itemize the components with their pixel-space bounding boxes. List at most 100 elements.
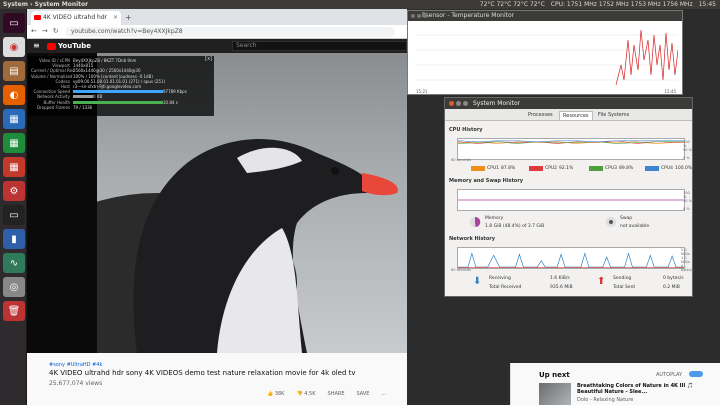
impress-icon[interactable]: ▦ — [3, 157, 25, 177]
autoplay-toggle[interactable] — [689, 371, 703, 377]
maximize-icon[interactable] — [423, 14, 427, 18]
browser-window: 4K VIDEO ultrahd hdr × + ← → ↻ youtube.c… — [27, 9, 407, 405]
up-next-thumbnail[interactable] — [539, 383, 571, 405]
writer-icon[interactable]: ▦ — [3, 109, 25, 129]
back-icon[interactable]: ← — [31, 27, 37, 35]
terminal-icon-2[interactable]: ▭ — [3, 205, 25, 225]
cpu2-swatch[interactable] — [529, 166, 543, 171]
video-tags[interactable]: #sony #UltraHD #4k — [49, 362, 102, 368]
tab-file-systems[interactable]: File Systems — [595, 111, 632, 119]
close-tab-icon[interactable]: × — [113, 11, 118, 25]
net-axis-min: 0 bytes/s — [681, 264, 694, 272]
swap-pie-icon[interactable] — [605, 216, 617, 228]
mem-axis-min: 0 % — [683, 207, 690, 211]
cpu2-legend: CPU2 92.1% — [529, 166, 573, 171]
more-button[interactable]: ... — [381, 391, 386, 397]
cpu-freq-indicator[interactable]: CPU: 1751 MHz 1752 MHz 1753 MHz 1756 MHz — [551, 0, 693, 9]
close-stats-icon[interactable]: [x] — [205, 56, 212, 62]
cpu-history-heading: CPU History — [449, 127, 483, 133]
stats-value: 0 KB — [93, 94, 103, 100]
network-history-heading: Network History — [449, 236, 495, 242]
network-bar — [73, 95, 93, 99]
sending-value: 0 bytes/s — [663, 276, 684, 281]
cpu4-label: CPU4 — [661, 166, 674, 171]
terminal-icon[interactable]: ▭ — [3, 13, 25, 33]
psensor-time-start: 15:21 — [416, 89, 428, 94]
cpu3-legend: CPU3 89.8% — [589, 166, 633, 171]
psensor-window: Psensor - Temperature Monitor 15:21 15:4… — [407, 10, 683, 95]
cpu-x-label: 60 seconds — [451, 158, 471, 162]
sysmon-titlebar: System Monitor — [445, 98, 692, 109]
view-count: 25,677,074 views — [49, 380, 103, 387]
net-x-label: 60 seconds — [451, 268, 471, 272]
memory-history-graph — [457, 189, 685, 211]
memory-label: Memory — [485, 216, 504, 221]
window-title: System › System Monitor — [3, 1, 89, 8]
forward-icon[interactable]: → — [42, 27, 48, 35]
sending-label: Sending — [613, 276, 632, 281]
firefox-icon[interactable]: ◐ — [3, 85, 25, 105]
stats-key: Dropped Frames — [37, 104, 70, 110]
cpu3-swatch[interactable] — [589, 166, 603, 171]
tab-resources[interactable]: Resources — [559, 111, 593, 120]
temp-indicator[interactable]: 72°C 72°C 72°C 72°C — [480, 0, 545, 9]
up-next-channel[interactable]: Dolo - Relaxing Nature — [577, 397, 633, 403]
youtube-logo[interactable]: YouTube — [47, 42, 91, 50]
cpu3-label: CPU3 — [605, 166, 618, 171]
browser-tab[interactable]: 4K VIDEO ultrahd hdr × — [31, 11, 121, 25]
total-received-label: Total Received — [489, 285, 522, 290]
calc-icon[interactable]: ▦ — [3, 133, 25, 153]
activity-icon[interactable]: ∿ — [3, 253, 25, 273]
new-tab-button[interactable]: + — [125, 13, 132, 22]
total-sent-value: 0.2 MiB — [663, 285, 680, 290]
like-button[interactable]: 👍 38K — [267, 391, 284, 397]
memory-line — [458, 199, 684, 201]
search-input[interactable]: Search — [232, 41, 407, 51]
up-next-title[interactable]: Breathtaking Colors of Nature in 4K III … — [577, 383, 697, 395]
sending-arrow-icon[interactable]: ⬆ — [597, 276, 605, 287]
mem-axis-max: 100 % — [683, 191, 690, 199]
maximize-icon[interactable] — [463, 101, 468, 106]
network-lines — [458, 252, 684, 268]
cpu4-swatch[interactable] — [645, 166, 659, 171]
cpu-history-graph — [457, 138, 685, 160]
psensor-titlebar: Psensor - Temperature Monitor — [408, 11, 682, 21]
chrome-icon[interactable]: ◉ — [3, 37, 25, 57]
receiving-arrow-icon[interactable]: ⬇ — [473, 276, 481, 287]
address-bar[interactable]: youtube.com/watch?v=Bey4XXJkpZ8 — [65, 27, 395, 37]
tab-title: 4K VIDEO ultrahd hdr — [43, 14, 108, 21]
menu-icon[interactable]: ≡ — [33, 42, 40, 50]
total-sent-label: Total Sent — [613, 285, 636, 290]
system-monitor-window: System Monitor Processes Resources File … — [444, 97, 694, 297]
trash-icon[interactable]: 🗑 — [3, 301, 25, 321]
save-button[interactable]: SAVE — [357, 391, 370, 397]
camera-icon[interactable]: ◎ — [3, 277, 25, 297]
stats-value: 30.84 s — [163, 99, 178, 105]
video-player[interactable]: [x] Video ID / sCPN Bey4XXJkpZ8 / 8KZT 7D… — [27, 53, 407, 353]
close-icon[interactable] — [411, 14, 415, 18]
clock[interactable]: 15:45 — [699, 0, 716, 9]
sysmon-icon[interactable]: ▮ — [3, 229, 25, 249]
minimize-icon[interactable] — [417, 14, 421, 18]
cpu2-label: CPU2 — [545, 166, 558, 171]
system-tray[interactable]: 72°C 72°C 72°C 72°C CPU: 1751 MHz 1752 M… — [480, 0, 716, 9]
stats-value: 97789 Kbps — [163, 89, 187, 95]
up-next-panel: Up next AUTOPLAY Breathtaking Colors of … — [510, 363, 720, 405]
files-icon[interactable]: ▤ — [3, 61, 25, 81]
minimize-icon[interactable] — [456, 101, 461, 106]
receiving-value: 1.6 KiB/s — [550, 276, 570, 281]
settings-icon[interactable]: ⚙ — [3, 181, 25, 201]
cpu-axis-min: 0 % — [683, 156, 690, 160]
cpu1-swatch[interactable] — [471, 166, 485, 171]
cpu-axis-mid: 50 % — [683, 148, 692, 152]
share-button[interactable]: SHARE — [328, 391, 345, 397]
close-icon[interactable] — [449, 101, 454, 106]
buffer-bar — [73, 100, 163, 104]
psensor-title: Psensor - Temperature Monitor — [422, 12, 515, 19]
temperature-graph — [416, 29, 678, 86]
receiving-label: Receiving — [489, 276, 511, 281]
dislike-button[interactable]: 👎 4.5K — [296, 391, 315, 397]
memory-pie-icon[interactable] — [469, 216, 481, 228]
reload-icon[interactable]: ↻ — [53, 27, 59, 35]
tab-processes[interactable]: Processes — [525, 111, 556, 119]
